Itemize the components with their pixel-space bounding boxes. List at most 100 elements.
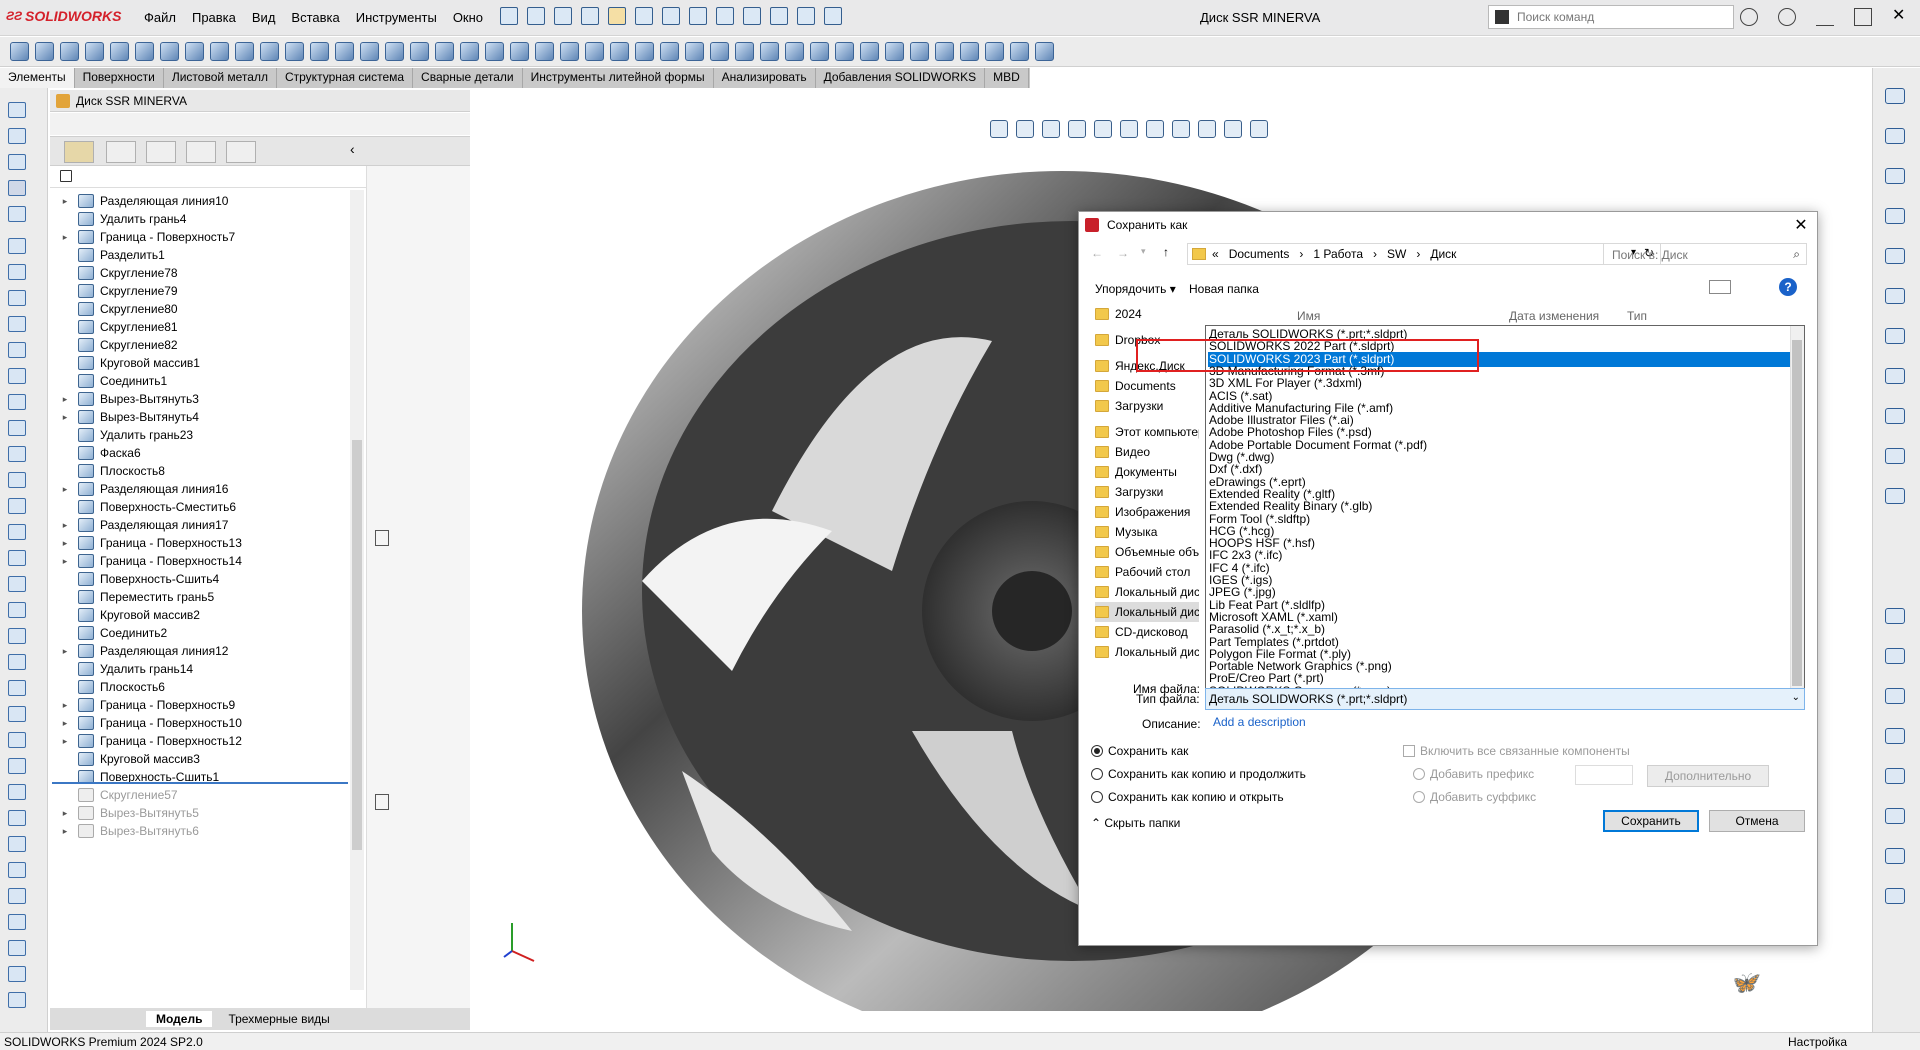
line-icon[interactable]	[8, 264, 26, 280]
text-tool-icon[interactable]	[1885, 488, 1905, 504]
magnifier-icon[interactable]	[8, 628, 26, 644]
nav-item[interactable]: Документы	[1095, 462, 1199, 482]
tab-evaluate[interactable]: Анализировать	[714, 68, 816, 88]
mass-properties-icon[interactable]	[710, 42, 729, 61]
expand-arrow-icon[interactable]: ▸	[58, 232, 72, 243]
appearances-icon[interactable]	[1885, 248, 1905, 264]
select-filter-icon[interactable]	[8, 128, 26, 144]
draft-analysis-icon[interactable]	[860, 42, 879, 61]
extruded-boss-icon[interactable]	[10, 42, 29, 61]
dropdown-scrollbar-thumb[interactable]	[1792, 340, 1802, 686]
user-icon[interactable]	[1740, 8, 1758, 26]
nav-item[interactable]: Объемные объекты	[1095, 542, 1199, 562]
boundary-cut-icon[interactable]	[260, 42, 279, 61]
text-a-icon[interactable]	[8, 680, 26, 696]
menu-view[interactable]: Вид	[244, 10, 284, 26]
breadcrumb-documents[interactable]: Documents	[1229, 247, 1290, 261]
revolved-cut-icon[interactable]	[185, 42, 204, 61]
nav-item[interactable]: Изображения	[1095, 502, 1199, 522]
options-gear-icon[interactable]	[824, 7, 842, 25]
expand-arrow-icon[interactable]: ▸	[58, 484, 72, 495]
sheet-icon[interactable]	[1885, 728, 1905, 744]
menu-tools[interactable]: Инструменты	[348, 10, 445, 26]
linear-pattern-icon[interactable]	[310, 42, 329, 61]
redo-icon[interactable]	[716, 7, 734, 25]
smart-dimension-icon[interactable]	[585, 42, 604, 61]
custom-properties-icon[interactable]	[1885, 288, 1905, 304]
up-arrow-icon[interactable]: ↑	[1163, 245, 1169, 259]
sketch-tools-icon[interactable]	[1010, 42, 1029, 61]
nav-item[interactable]: Музыка	[1095, 522, 1199, 542]
copy-icon[interactable]	[8, 914, 26, 930]
radio-save-copy-continue[interactable]: Сохранить как копию и продолжить	[1091, 767, 1306, 781]
check-icon[interactable]	[760, 42, 779, 61]
col-name[interactable]: Имя	[1297, 309, 1320, 323]
radio-save-as[interactable]: Сохранить как	[1091, 744, 1188, 758]
advanced-button[interactable]: Дополнительно	[1647, 765, 1769, 787]
nav-item[interactable]: Локальный диск	[1095, 602, 1199, 622]
undercut-analysis-icon[interactable]	[885, 42, 904, 61]
extruded-cut-icon[interactable]	[135, 42, 154, 61]
print-preview-icon[interactable]	[662, 7, 680, 25]
chamfer-icon[interactable]	[8, 732, 26, 748]
view-settings-icon[interactable]	[1250, 120, 1268, 138]
display-style-icon[interactable]	[1146, 120, 1164, 138]
tab-weldments[interactable]: Сварные детали	[413, 68, 523, 88]
parting-line-analysis-icon[interactable]	[910, 42, 929, 61]
feature-tree-tab-icon[interactable]	[64, 141, 94, 163]
tab-features[interactable]: Элементы	[0, 68, 75, 88]
section-view-icon[interactable]	[1068, 120, 1086, 138]
tab-structure-system[interactable]: Структурная система	[277, 68, 414, 88]
3d-sketch-icon[interactable]	[660, 42, 679, 61]
polygon-icon[interactable]	[8, 316, 26, 332]
offset-icon[interactable]	[8, 498, 26, 514]
rebuild-icon[interactable]	[770, 7, 788, 25]
breadcrumb-overflow[interactable]: «	[1212, 247, 1219, 261]
breadcrumb-disk[interactable]: Диск	[1430, 247, 1456, 261]
recent-dropdown-icon[interactable]: ▾	[1141, 246, 1146, 257]
sketch-fillet-icon[interactable]	[8, 706, 26, 722]
expand-arrow-icon[interactable]: ▸	[58, 556, 72, 567]
radio-add-prefix[interactable]: Добавить префикс	[1413, 767, 1534, 781]
configuration-tab-icon[interactable]	[146, 141, 176, 163]
intersect-icon[interactable]	[435, 42, 454, 61]
measure-icon[interactable]	[685, 42, 704, 61]
nav-item[interactable]: Локальный диск	[1095, 642, 1199, 662]
solidworks-logo[interactable]: ƧƧ SOLIDWORKS	[6, 8, 121, 24]
text-icon[interactable]	[8, 654, 26, 670]
open-icon[interactable]	[554, 7, 572, 25]
spline-icon[interactable]	[8, 446, 26, 462]
filter-funnel-icon[interactable]	[60, 170, 72, 182]
spline-tool-icon[interactable]	[1885, 408, 1905, 424]
bow-icon[interactable]	[8, 784, 26, 800]
expand-arrow-icon[interactable]: ▸	[58, 646, 72, 657]
stretch-icon[interactable]	[8, 810, 26, 826]
display-relations-icon[interactable]	[8, 602, 26, 618]
menu-file[interactable]: Файл	[136, 10, 184, 26]
rollback-icon[interactable]	[375, 530, 389, 546]
analysis-icon[interactable]	[1885, 888, 1905, 904]
undo-icon[interactable]	[689, 7, 707, 25]
rollback-icon-2[interactable]	[375, 794, 389, 810]
expand-arrow-icon[interactable]: ▸	[58, 826, 72, 837]
nav-item[interactable]: Рабочий стол	[1095, 562, 1199, 582]
curves-icon[interactable]	[510, 42, 529, 61]
nav-item[interactable]: 2024	[1095, 304, 1199, 324]
tab-mbd[interactable]: MBD	[985, 68, 1029, 88]
boundary-boss-icon[interactable]	[110, 42, 129, 61]
sketch-icon[interactable]	[560, 42, 579, 61]
instant2d-icon[interactable]	[985, 42, 1004, 61]
home-icon[interactable]	[500, 7, 518, 25]
deviation-analysis-icon[interactable]	[785, 42, 804, 61]
select-icon[interactable]	[743, 7, 761, 25]
radio-add-suffix[interactable]: Добавить суффикс	[1413, 790, 1536, 804]
menu-edit[interactable]: Правка	[184, 10, 244, 26]
include-related-checkbox[interactable]: Включить все связанные компоненты	[1403, 744, 1630, 758]
mirror-entities-icon[interactable]	[8, 758, 26, 774]
save-button[interactable]: Сохранить	[1603, 810, 1699, 832]
dialog-close-icon[interactable]: ✕	[1791, 215, 1811, 235]
save-icon[interactable]	[581, 7, 599, 25]
select-other-icon[interactable]	[8, 206, 26, 222]
scale-icon[interactable]	[8, 836, 26, 852]
breadcrumb-work[interactable]: 1 Работа	[1313, 247, 1363, 261]
